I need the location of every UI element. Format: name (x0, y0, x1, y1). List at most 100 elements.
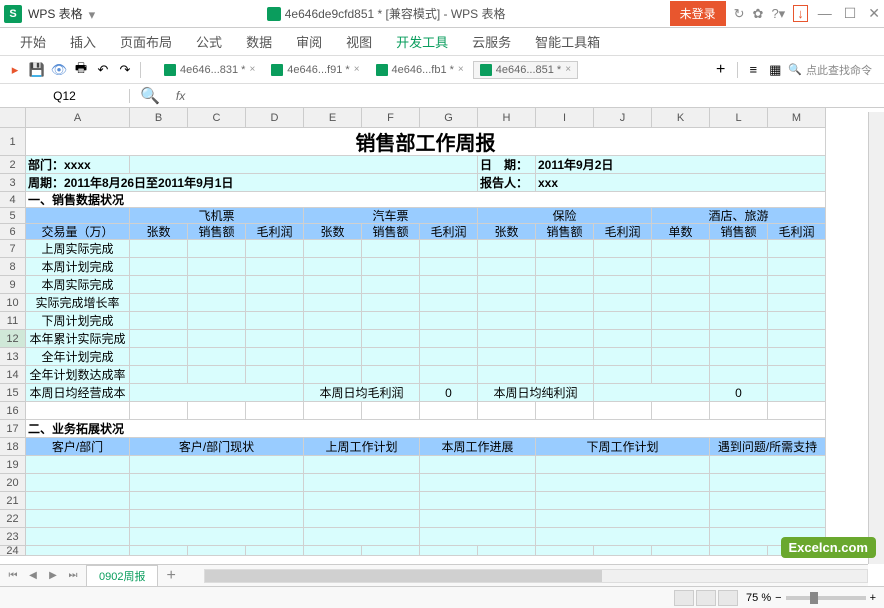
cell[interactable]: 本周工作进展 (420, 438, 536, 455)
column-header[interactable]: I (536, 108, 594, 128)
cell[interactable] (246, 348, 304, 365)
cell[interactable] (246, 546, 304, 555)
search-command[interactable]: 🔍 点此查找命令 (788, 62, 872, 78)
list-icon[interactable]: ≡ (744, 61, 762, 79)
cell[interactable]: 2011年9月2日 (536, 156, 826, 173)
horizontal-scrollbar[interactable] (204, 569, 868, 583)
row-header[interactable]: 14 (0, 366, 26, 384)
cell[interactable] (188, 330, 246, 347)
row-header[interactable]: 2 (0, 156, 26, 174)
cell[interactable] (188, 276, 246, 293)
cell[interactable] (594, 366, 652, 383)
print-preview-icon[interactable]: 👁 (50, 61, 68, 79)
cell[interactable] (478, 546, 536, 555)
fx-label[interactable]: fx (170, 89, 191, 103)
cell[interactable] (26, 456, 130, 473)
menu-item[interactable]: 审阅 (296, 32, 322, 51)
cell[interactable] (304, 492, 420, 509)
cell[interactable] (362, 366, 420, 383)
cell[interactable] (130, 528, 304, 545)
row-header[interactable]: 12 (0, 330, 26, 348)
cell[interactable] (420, 258, 478, 275)
cell[interactable] (130, 510, 304, 527)
sheet-nav-next[interactable]: ▶ (44, 568, 62, 584)
menu-item[interactable]: 开始 (20, 32, 46, 51)
cell[interactable] (130, 348, 188, 365)
cell[interactable] (130, 546, 188, 555)
app-dropdown-icon[interactable]: ▾ (89, 7, 103, 21)
row-header[interactable]: 23 (0, 528, 26, 546)
cell[interactable] (420, 510, 536, 527)
column-header[interactable]: F (362, 108, 420, 128)
close-icon[interactable]: × (458, 64, 464, 75)
cell[interactable] (130, 240, 188, 257)
vertical-scrollbar[interactable] (868, 112, 884, 564)
cell[interactable]: 部门：xxxx (26, 156, 130, 173)
menu-item[interactable]: 页面布局 (120, 32, 172, 51)
cell[interactable]: 报告人： (478, 174, 536, 191)
cell[interactable] (26, 474, 130, 491)
column-header[interactable]: K (652, 108, 710, 128)
cell[interactable] (26, 208, 130, 223)
cell[interactable] (652, 294, 710, 311)
row-header[interactable]: 5 (0, 208, 26, 224)
print-icon[interactable]: 🖶 (72, 61, 90, 79)
menu-item[interactable]: 云服务 (472, 32, 511, 51)
cell[interactable]: 日 期： (478, 156, 536, 173)
cell[interactable] (478, 330, 536, 347)
menu-item[interactable]: 智能工具箱 (535, 32, 600, 51)
name-box[interactable]: Q12 (0, 89, 130, 103)
cell[interactable] (304, 402, 362, 419)
cell[interactable] (478, 312, 536, 329)
doc-tab[interactable]: 4e646...fb1 *× (369, 61, 471, 79)
view-normal-button[interactable] (674, 590, 694, 606)
redo-icon[interactable]: ↷ (116, 61, 134, 79)
cell[interactable] (768, 258, 826, 275)
cell[interactable] (478, 276, 536, 293)
doc-tab[interactable]: 4e646...831 *× (157, 61, 262, 79)
cell[interactable] (478, 402, 536, 419)
cell[interactable] (652, 330, 710, 347)
cell[interactable] (130, 294, 188, 311)
cell[interactable] (536, 258, 594, 275)
cell[interactable]: 上周实际完成 (26, 240, 130, 257)
cell[interactable] (246, 402, 304, 419)
cell[interactable]: 张数 (478, 224, 536, 239)
cell[interactable]: 汽车票 (304, 208, 478, 223)
column-header[interactable]: E (304, 108, 362, 128)
cell[interactable]: 实际完成增长率 (26, 294, 130, 311)
cell[interactable]: 酒店、旅游 (652, 208, 826, 223)
zoom-out-button[interactable]: − (775, 592, 781, 604)
cell[interactable] (188, 240, 246, 257)
cell[interactable] (594, 384, 710, 401)
cell[interactable] (362, 348, 420, 365)
cell[interactable] (246, 240, 304, 257)
settings-icon[interactable]: ✿ (753, 6, 764, 22)
cell[interactable]: 销售额 (536, 224, 594, 239)
maximize-button[interactable]: ☐ (844, 5, 857, 22)
cell[interactable] (594, 240, 652, 257)
cell[interactable] (130, 456, 304, 473)
cell[interactable] (710, 276, 768, 293)
cell[interactable] (768, 312, 826, 329)
cell[interactable]: 飞机票 (130, 208, 304, 223)
cell[interactable] (536, 276, 594, 293)
cell[interactable] (536, 240, 594, 257)
cell[interactable] (304, 330, 362, 347)
cell[interactable] (130, 402, 188, 419)
cell[interactable]: 销售部工作周报 (26, 128, 826, 155)
cell[interactable] (420, 276, 478, 293)
row-header[interactable]: 4 (0, 192, 26, 208)
column-header[interactable]: H (478, 108, 536, 128)
cell[interactable]: 本周日均经营成本 (26, 384, 130, 401)
cell[interactable] (362, 276, 420, 293)
save-icon[interactable]: 💾 (28, 61, 46, 79)
cell[interactable] (362, 294, 420, 311)
cell[interactable] (652, 402, 710, 419)
find-icon[interactable]: 🔍 (140, 86, 160, 106)
cell[interactable] (536, 348, 594, 365)
cell[interactable] (246, 276, 304, 293)
cell[interactable]: 本周日均毛利润 (304, 384, 420, 401)
cell[interactable] (130, 384, 304, 401)
cell[interactable] (536, 312, 594, 329)
